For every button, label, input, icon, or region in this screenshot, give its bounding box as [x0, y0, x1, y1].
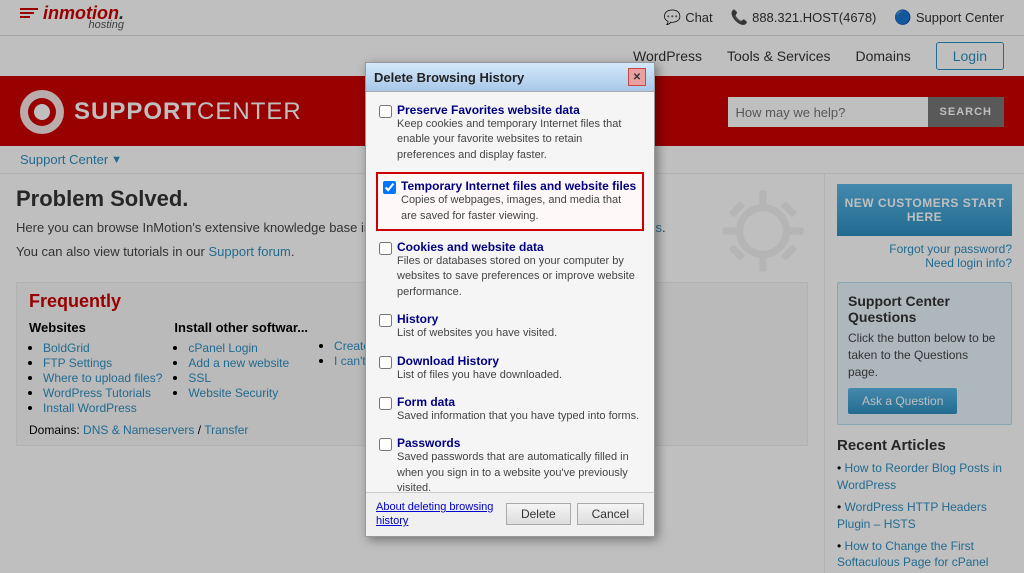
modal-item-preserve: Preserve Favorites website data Keep coo… — [376, 100, 644, 166]
delete-button[interactable]: Delete — [506, 503, 571, 525]
modal-title-bar: Delete Browsing History ✕ — [366, 63, 654, 92]
modal-body: Preserve Favorites website data Keep coo… — [366, 92, 654, 492]
form-checkbox[interactable] — [379, 397, 392, 410]
preserve-checkbox[interactable] — [379, 105, 392, 118]
modal-item-temp-files: Temporary Internet files and website fil… — [376, 172, 644, 231]
modal-title: Delete Browsing History — [374, 70, 524, 85]
cookies-title: Cookies and website data — [397, 240, 641, 254]
modal-item-download: Download History List of files you have … — [376, 351, 644, 386]
temp-files-title: Temporary Internet files and website fil… — [401, 179, 637, 193]
history-desc: List of websites you have visited. — [397, 326, 557, 341]
temp-files-checkbox[interactable] — [383, 181, 396, 194]
preserve-title: Preserve Favorites website data — [397, 103, 641, 117]
form-desc: Saved information that you have typed in… — [397, 409, 639, 424]
download-desc: List of files you have downloaded. — [397, 368, 562, 383]
delete-browsing-history-modal: Delete Browsing History ✕ Preserve Favor… — [365, 62, 655, 537]
about-link[interactable]: About deleting browsing history — [376, 500, 496, 529]
cancel-button[interactable]: Cancel — [577, 503, 644, 525]
modal-item-history: History List of websites you have visite… — [376, 309, 644, 344]
cookies-checkbox[interactable] — [379, 242, 392, 255]
download-title: Download History — [397, 354, 562, 368]
passwords-title: Passwords — [397, 436, 641, 450]
modal-footer: About deleting browsing history Delete C… — [366, 492, 654, 536]
modal-item-cookies: Cookies and website data Files or databa… — [376, 237, 644, 303]
modal-close-button[interactable]: ✕ — [628, 68, 646, 86]
form-title: Form data — [397, 395, 639, 409]
download-checkbox[interactable] — [379, 356, 392, 369]
passwords-checkbox[interactable] — [379, 438, 392, 451]
history-title: History — [397, 312, 557, 326]
cookies-desc: Files or databases stored on your comput… — [397, 254, 641, 300]
modal-item-passwords: Passwords Saved passwords that are autom… — [376, 433, 644, 492]
history-checkbox[interactable] — [379, 314, 392, 327]
modal-item-form: Form data Saved information that you hav… — [376, 392, 644, 427]
passwords-desc: Saved passwords that are automatically f… — [397, 450, 641, 492]
preserve-desc: Keep cookies and temporary Internet file… — [397, 117, 641, 163]
temp-files-desc: Copies of webpages, images, and media th… — [401, 193, 637, 224]
